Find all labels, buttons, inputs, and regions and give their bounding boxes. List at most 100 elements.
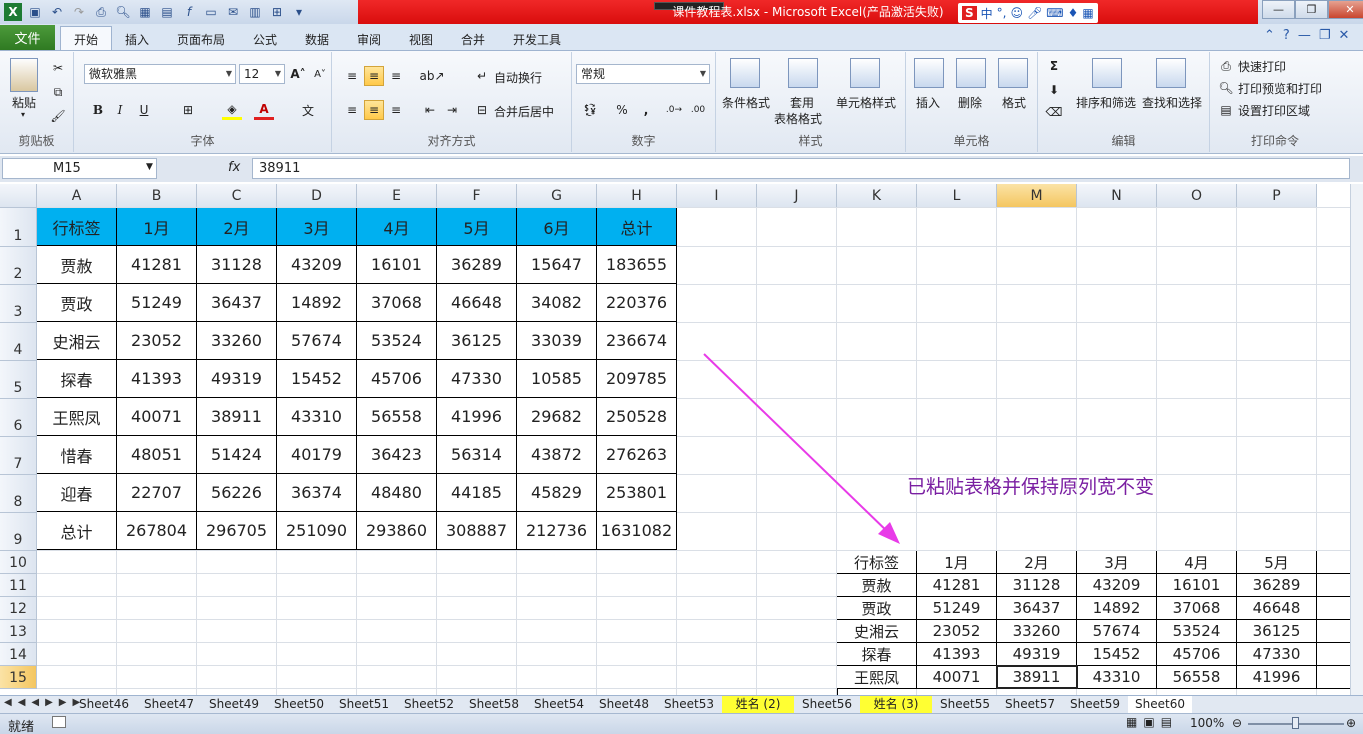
border-icon[interactable]: ⊞ [178,100,198,120]
pasted-cell[interactable]: 36125 [1237,620,1317,643]
conditional-format-button[interactable]: 条件格式 [722,94,770,111]
align-top-icon[interactable]: ≡ [342,66,362,86]
table-cell[interactable]: 37068 [357,284,437,322]
table-cell[interactable]: 36289 [437,246,517,284]
pasted-cell[interactable]: 史湘云 [837,620,917,643]
table-cell[interactable]: 36374 [277,474,357,512]
format-table-label1[interactable]: 套用 [790,94,814,111]
zoom-in-icon[interactable]: ⊕ [1346,716,1356,730]
sort-filter-icon[interactable] [1092,58,1122,88]
table-cell[interactable]: 43310 [277,398,357,436]
table-cell[interactable]: 29682 [517,398,597,436]
table-cell[interactable]: 45829 [517,474,597,512]
undo-icon[interactable]: ↶ [48,3,66,21]
pasted-cell[interactable]: 41281 [917,574,997,597]
table-header-cell[interactable]: 1月 [117,208,197,246]
tab-review[interactable]: 审阅 [350,28,388,50]
merge-center-button[interactable]: 合并后居中 [494,103,554,120]
pasted-cell[interactable]: 46648 [1237,597,1317,620]
decrease-decimal-icon[interactable]: .00 [688,100,708,120]
table-cell[interactable]: 史湘云 [37,322,117,360]
pasted-cell[interactable]: 23052 [917,620,997,643]
fx-icon[interactable]: f [180,3,198,21]
insert-function-button[interactable]: fx [228,160,240,175]
form-icon[interactable]: ▭ [202,3,220,21]
font-size-select[interactable]: 12 ▼ [239,64,285,84]
table-cell[interactable]: 惜春 [37,436,117,474]
column-header-C[interactable]: C [197,184,277,208]
table-cell[interactable]: 38911 [197,398,277,436]
fill-icon[interactable]: ⬇ [1044,80,1064,100]
table-cell[interactable]: 251090 [277,512,357,550]
paste-label[interactable]: 粘贴 [12,94,36,111]
pasted-cell[interactable]: 41393 [917,643,997,666]
bold-button[interactable]: B [88,100,108,120]
column-header-I[interactable]: I [677,184,757,208]
calculator-icon[interactable]: ▤ [158,3,176,21]
table-cell[interactable]: 49319 [197,360,277,398]
delete-cells-icon[interactable] [956,58,986,88]
italic-button[interactable]: I [110,100,130,120]
table-cell[interactable]: 51249 [117,284,197,322]
cell-styles-button[interactable]: 单元格样式 [836,94,896,111]
minimize-button[interactable]: — [1262,0,1295,19]
table-cell[interactable]: 22707 [117,474,197,512]
email-icon[interactable]: ✉ [224,3,242,21]
sheet-tab[interactable]: Sheet60 [1128,696,1192,713]
decrease-indent-icon[interactable]: ⇤ [420,100,440,120]
column-header-H[interactable]: H [597,184,677,208]
align-bottom-icon[interactable]: ≡ [386,66,406,86]
pasted-cell[interactable]: 探春 [837,643,917,666]
keyboard-icon[interactable]: ⌨ [1046,6,1063,20]
pasted-cell[interactable]: 40071 [917,666,997,689]
sheet-tab[interactable]: Sheet48 [592,696,656,713]
restore-button[interactable]: ❐ [1295,0,1328,19]
mic-icon[interactable]: 🎤︎ [1027,6,1042,20]
quick-print-button[interactable]: 快速打印 [1238,58,1286,75]
sheet-tab[interactable]: Sheet58 [462,696,526,713]
formula-input[interactable]: 38911 [252,158,1350,179]
wb-minimize-icon[interactable]: — [1298,28,1311,43]
pasted-cell[interactable] [1317,643,1350,666]
format-cells-icon[interactable] [998,58,1028,88]
print-preview-icon[interactable]: 🔍︎ [1216,78,1236,98]
pasted-cell[interactable]: 王熙凤 [837,666,917,689]
table-cell[interactable]: 31128 [197,246,277,284]
pasted-cell[interactable]: 51249 [917,597,997,620]
table-header-cell[interactable]: 3月 [277,208,357,246]
percent-button[interactable]: % [612,100,632,120]
table-cell[interactable]: 57674 [277,322,357,360]
print-preview-button[interactable]: 打印预览和打印 [1238,80,1322,97]
zoom-out-icon[interactable]: ⊖ [1232,716,1242,730]
tab-home[interactable]: 开始 [60,26,112,51]
row-header-2[interactable]: 2 [0,247,37,285]
number-format-select[interactable]: 常规 ▼ [576,64,710,84]
table-cell[interactable]: 33260 [197,322,277,360]
format-button[interactable]: 格式 [1002,94,1026,111]
paste-icon[interactable] [10,58,38,92]
pasted-cell[interactable]: 43209 [1077,574,1157,597]
table-header-cell[interactable]: 行标签 [37,208,117,246]
pasted-cell[interactable]: 14892 [1077,597,1157,620]
table-header-cell[interactable]: 6月 [517,208,597,246]
table-cell[interactable]: 212736 [517,512,597,550]
pasted-cell[interactable]: 贾政 [837,597,917,620]
table-cell[interactable]: 15647 [517,246,597,284]
wrap-text-button[interactable]: 自动换行 [494,69,542,86]
borders-icon[interactable]: ⊞ [268,3,286,21]
currency-icon[interactable]: 💱︎ [580,100,600,120]
pasted-cell[interactable]: 16101 [1157,574,1237,597]
merge-center-icon[interactable]: ⊟ [472,100,492,120]
selected-cell-m15[interactable] [996,665,1078,689]
pasted-cell[interactable]: 57674 [1077,620,1157,643]
orientation-icon[interactable]: ab↗ [419,66,444,86]
table-cell[interactable]: 253801 [597,474,677,512]
table-cell[interactable]: 250528 [597,398,677,436]
sheet-tab[interactable]: Sheet59 [1063,696,1127,713]
row-header-5[interactable]: 5 [0,361,37,399]
help-icon[interactable]: ? [1283,28,1290,43]
column-header-N[interactable]: N [1077,184,1157,208]
table-cell[interactable]: 296705 [197,512,277,550]
table-cell[interactable]: 43209 [277,246,357,284]
sheet-tab[interactable]: 姓名 (2) [722,696,794,713]
